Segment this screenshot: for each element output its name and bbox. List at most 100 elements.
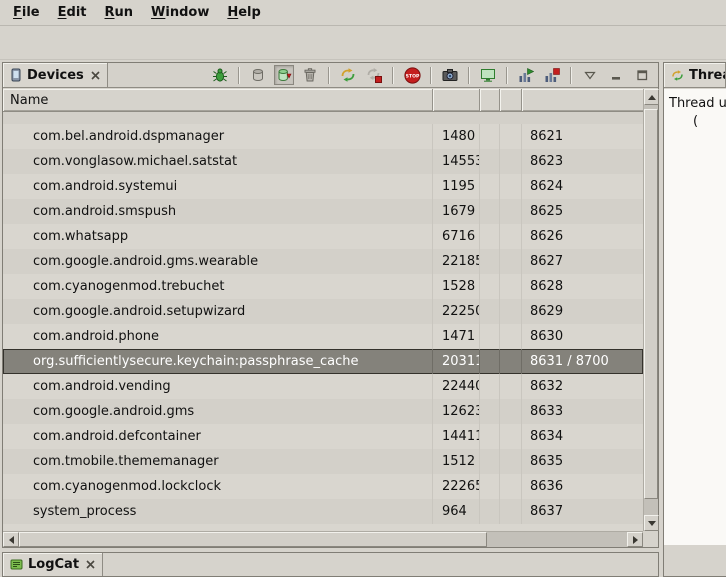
column-header-name[interactable]: Name <box>3 89 433 111</box>
scroll-down-button[interactable] <box>644 515 659 531</box>
process-pid: 1679 <box>433 199 480 224</box>
tab-logcat-label: LogCat <box>28 557 79 572</box>
process-name: com.android.vending <box>3 374 433 399</box>
process-row[interactable]: com.vonglasow.michael.satstat 14553 8623 <box>3 149 643 174</box>
process-cell-narrow-2 <box>500 424 522 449</box>
column-header-port[interactable] <box>522 89 643 111</box>
horizontal-scroll-thumb[interactable] <box>19 532 487 547</box>
dump-hprof-icon[interactable] <box>274 65 294 85</box>
column-header-pid[interactable] <box>433 89 480 111</box>
process-list: com.bel.android.dspmanager 1480 8621 com… <box>3 112 643 531</box>
vertical-scrollbar[interactable] <box>643 89 658 531</box>
threads-panel: Threads Thread up ( <box>663 62 726 577</box>
column-header-narrow-1[interactable] <box>480 89 500 111</box>
menu-help[interactable]: Help <box>218 2 269 23</box>
process-row[interactable]: com.cyanogenmod.trebuchet 1528 8628 <box>3 274 643 299</box>
menu-edit[interactable]: Edit <box>49 2 96 23</box>
process-cell-narrow-2 <box>500 249 522 274</box>
ddms-window: File Edit Run Window Help Devices <box>0 0 726 577</box>
update-heap-icon[interactable] <box>248 65 268 85</box>
process-pid: 20311 <box>433 349 480 374</box>
tab-devices[interactable]: Devices <box>3 63 108 87</box>
process-row[interactable]: com.google.android.gms 12623 8633 <box>3 399 643 424</box>
process-cell-narrow-1 <box>480 249 500 274</box>
process-pid: 22250 <box>433 299 480 324</box>
scroll-right-button[interactable] <box>627 532 643 547</box>
process-port: 8629 <box>522 299 643 324</box>
process-row[interactable]: com.cyanogenmod.lockclock 22265 8636 <box>3 474 643 499</box>
process-cell-narrow-2 <box>500 324 522 349</box>
process-cell-narrow-1 <box>480 199 500 224</box>
screen-record-icon[interactable] <box>478 65 498 85</box>
process-cell-narrow-2 <box>500 149 522 174</box>
process-row[interactable]: system_process 964 8637 <box>3 499 643 524</box>
profiling-start-icon[interactable] <box>516 65 536 85</box>
view-menu-icon[interactable] <box>580 65 600 85</box>
process-cell-narrow-1 <box>480 124 500 149</box>
process-row[interactable]: org.sufficientlysecure.keychain:passphra… <box>3 349 643 374</box>
menu-run[interactable]: Run <box>96 2 143 23</box>
update-threads-icon[interactable] <box>338 65 358 85</box>
process-cell-narrow-2 <box>500 299 522 324</box>
process-name: com.cyanogenmod.trebuchet <box>3 274 433 299</box>
menu-window[interactable]: Window <box>142 2 218 23</box>
tab-threads[interactable]: Threads <box>664 63 726 87</box>
process-name: com.android.defcontainer <box>3 424 433 449</box>
toolbar-separator <box>392 67 394 84</box>
process-port: 8636 <box>522 474 643 499</box>
process-row[interactable]: com.android.defcontainer 14411 8634 <box>3 424 643 449</box>
close-icon[interactable] <box>91 71 100 80</box>
column-header-narrow-2[interactable] <box>500 89 522 111</box>
process-name: com.whatsapp <box>3 224 433 249</box>
close-icon[interactable] <box>86 560 95 569</box>
process-name: com.android.phone <box>3 324 433 349</box>
arrow-down-icon <box>648 521 656 526</box>
process-row[interactable]: com.google.android.gms.wearable 22185 86… <box>3 249 643 274</box>
toolbar-separator <box>506 67 508 84</box>
scroll-left-button[interactable] <box>3 532 19 547</box>
screen-capture-icon[interactable] <box>440 65 460 85</box>
process-port: 8634 <box>522 424 643 449</box>
process-row[interactable]: com.bel.android.dspmanager 1480 8621 <box>3 124 643 149</box>
scroll-up-button[interactable] <box>644 89 659 105</box>
process-name: com.bel.android.dspmanager <box>3 124 433 149</box>
process-cell-narrow-2 <box>500 274 522 299</box>
process-row[interactable]: com.android.systemui 1195 8624 <box>3 174 643 199</box>
vertical-scroll-track[interactable] <box>644 105 658 515</box>
debug-icon[interactable] <box>210 65 230 85</box>
horizontal-scroll-track[interactable] <box>19 532 627 547</box>
process-cell-narrow-1 <box>480 149 500 174</box>
threads-tabbar: Threads <box>664 63 726 88</box>
stop-process-icon[interactable]: STOP <box>402 65 422 85</box>
process-port: 8621 <box>522 124 643 149</box>
process-cell-narrow-2 <box>500 224 522 249</box>
tab-logcat[interactable]: LogCat <box>3 553 103 576</box>
process-cell-narrow-2 <box>500 449 522 474</box>
process-row[interactable]: com.android.smspush 1679 8625 <box>3 199 643 224</box>
horizontal-scrollbar[interactable] <box>3 531 643 547</box>
process-port: 8637 <box>522 499 643 524</box>
logcat-bar: LogCat <box>2 552 659 577</box>
process-row[interactable]: com.android.phone 1471 8630 <box>3 324 643 349</box>
stop-threads-icon[interactable] <box>364 65 384 85</box>
process-cell-narrow-2 <box>500 199 522 224</box>
process-pid: 22265 <box>433 474 480 499</box>
process-row[interactable]: com.tmobile.thememanager 1512 8635 <box>3 449 643 474</box>
maximize-icon[interactable] <box>632 65 652 85</box>
process-cell-narrow-1 <box>480 174 500 199</box>
svg-text:STOP: STOP <box>405 73 419 79</box>
process-cell-narrow-2 <box>500 349 522 374</box>
process-cell-narrow-2 <box>500 499 522 524</box>
vertical-scroll-thumb[interactable] <box>644 109 658 499</box>
process-row[interactable]: com.whatsapp 6716 8626 <box>3 224 643 249</box>
process-row[interactable]: com.google.android.setupwizard 22250 862… <box>3 299 643 324</box>
process-cell-narrow-1 <box>480 299 500 324</box>
profiling-stop-icon[interactable] <box>542 65 562 85</box>
table-header: Name <box>3 89 643 112</box>
process-row[interactable]: com.android.vending 22440 8632 <box>3 374 643 399</box>
menu-file[interactable]: File <box>4 2 49 23</box>
cause-gc-icon[interactable] <box>300 65 320 85</box>
process-port: 8635 <box>522 449 643 474</box>
minimize-icon[interactable] <box>606 65 626 85</box>
process-pid: 964 <box>433 499 480 524</box>
